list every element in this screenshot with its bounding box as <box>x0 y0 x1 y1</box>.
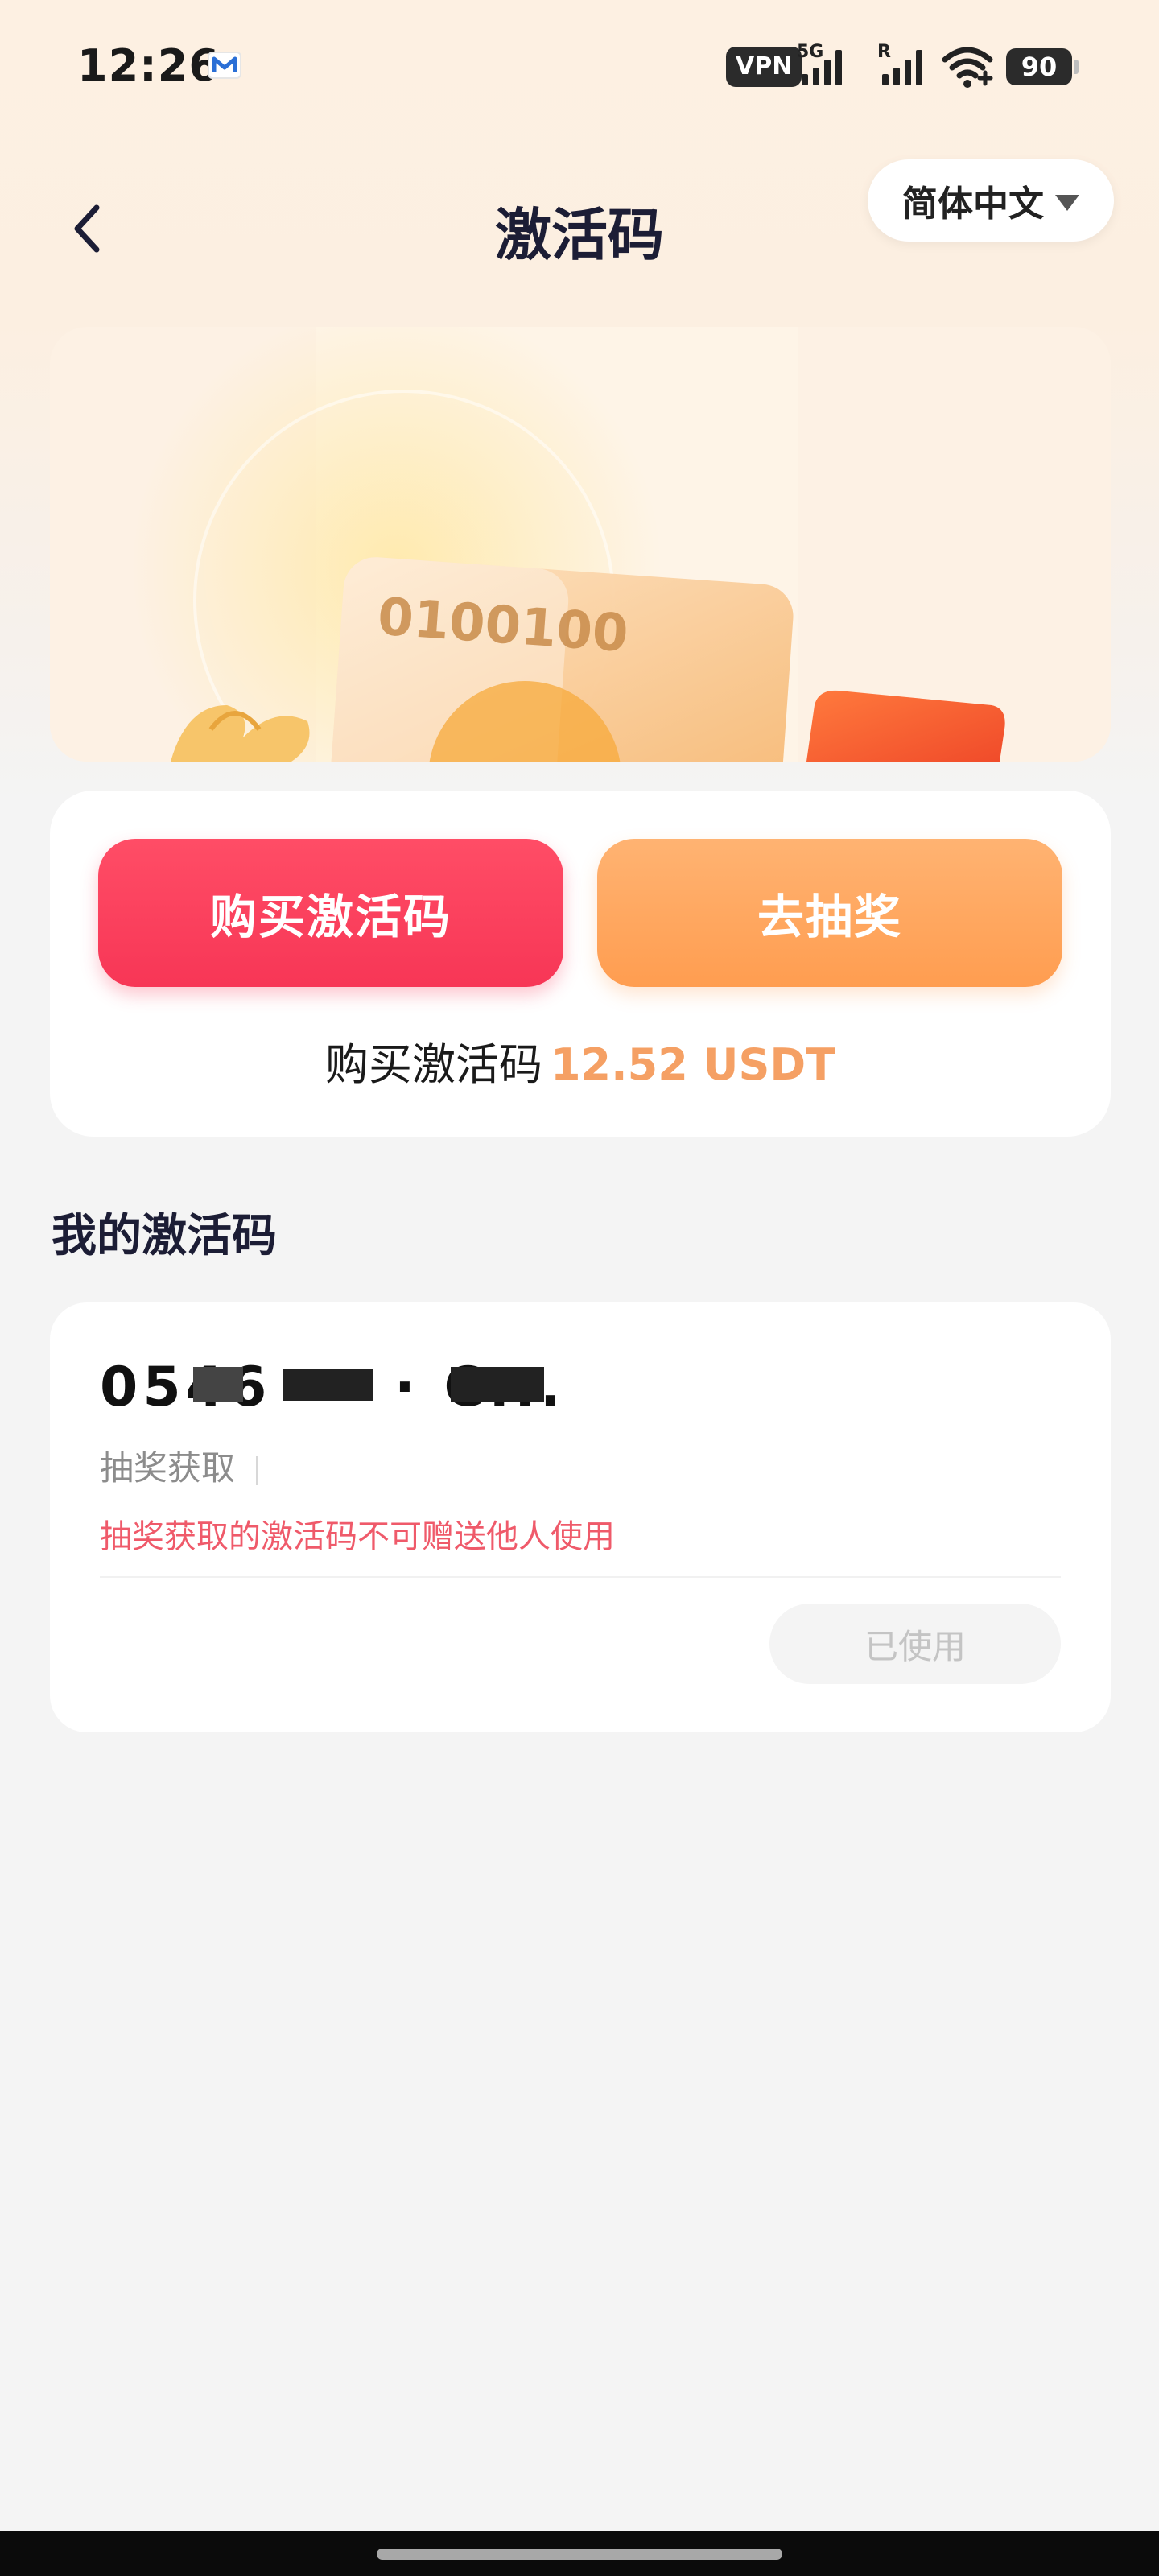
redaction-mask <box>283 1368 373 1401</box>
signal-icon: 5G <box>797 42 848 89</box>
wifi-icon <box>942 47 993 88</box>
mail-icon <box>208 52 241 79</box>
home-indicator[interactable] <box>377 2549 782 2560</box>
code-warning: 抽奖获取的激活码不可赠送他人使用 <box>100 1518 615 1555</box>
my-codes-title: 我的激活码 <box>52 1210 277 1262</box>
redaction-mask <box>193 1367 243 1402</box>
battery-indicator: 90 <box>1006 48 1072 85</box>
battery-cap <box>1074 60 1079 74</box>
banner-illustration: 0100100 <box>50 327 1111 762</box>
price-value: 12.52 USDT <box>550 1039 835 1090</box>
price-prefix: 购买激活码 <box>324 1039 542 1090</box>
price-info: 购买激活码 12.52 USDT <box>50 1029 1111 1092</box>
activation-code-item: 0546 · · · C... 抽奖获取 抽奖获取的激活码不可赠送他人使用 已使… <box>50 1302 1111 1732</box>
chevron-down-icon <box>1055 195 1079 211</box>
language-label: 简体中文 <box>902 184 1044 225</box>
separator <box>256 1455 259 1485</box>
lottery-button[interactable]: 去抽奖 <box>597 839 1062 987</box>
code-source: 抽奖获取 <box>100 1441 259 1490</box>
signal-icon: R <box>877 42 929 89</box>
hero-banner: 0100100 <box>50 327 1111 762</box>
divider <box>100 1576 1061 1578</box>
redaction-mask <box>451 1367 544 1402</box>
used-status-button: 已使用 <box>769 1604 1061 1684</box>
vpn-badge: VPN <box>726 47 802 87</box>
status-time: 12:26 <box>77 40 220 91</box>
language-selector[interactable]: 简体中文 <box>868 159 1114 242</box>
purchase-card: 购买激活码 去抽奖 购买激活码 12.52 USDT <box>50 791 1111 1137</box>
buy-activation-code-button[interactable]: 购买激活码 <box>98 839 563 987</box>
status-bar: 12:26 VPN 5G R 90 <box>0 0 1159 133</box>
